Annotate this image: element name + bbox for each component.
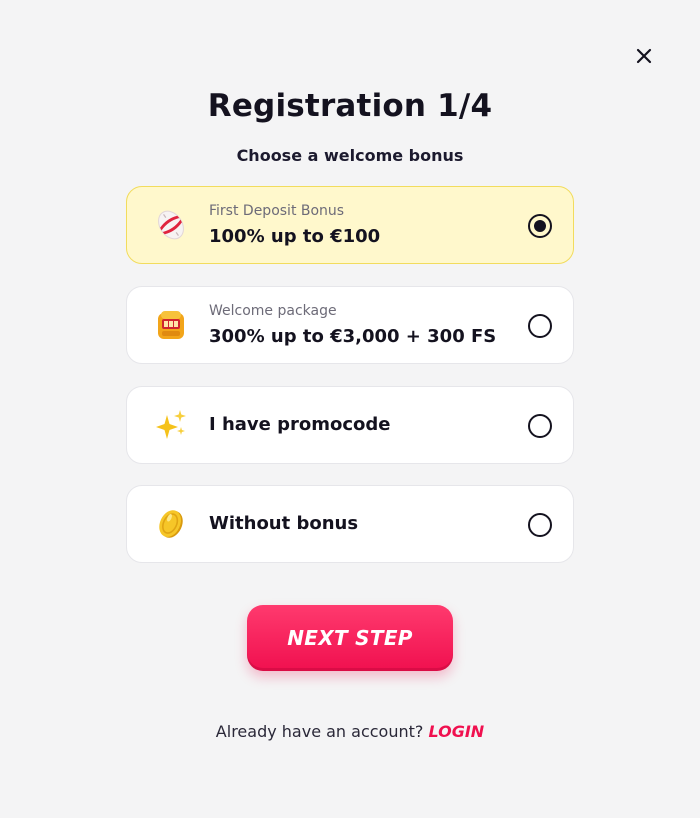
login-prompt: Already have an account? LOGIN <box>0 720 700 744</box>
football-icon <box>153 207 189 243</box>
option-caption: Welcome package <box>209 303 337 319</box>
option-label: Without bonus <box>209 513 359 534</box>
page-subtitle: Choose a welcome bonus <box>236 146 464 165</box>
bonus-option-welcome-package[interactable]: Welcome package 300% up to €3,000 + 300 … <box>126 286 574 364</box>
sparkles-icon <box>153 407 189 443</box>
bonus-option-promocode[interactable]: I have promocode <box>126 386 574 464</box>
close-icon <box>636 48 652 64</box>
bonus-option-first-deposit[interactable]: First Deposit Bonus 100% up to €100 <box>126 186 574 264</box>
option-label: 300% up to €3,000 + 300 FS <box>209 326 497 347</box>
bonus-option-without-bonus[interactable]: Without bonus <box>126 485 574 563</box>
login-link[interactable]: LOGIN <box>428 722 484 741</box>
next-step-button[interactable]: NEXT STEP <box>247 605 453 671</box>
option-label: 100% up to €100 <box>209 226 381 247</box>
radio-button-selected[interactable] <box>528 214 552 238</box>
slot-machine-icon <box>153 307 189 343</box>
option-label: I have promocode <box>209 414 391 435</box>
radio-dot <box>534 220 546 232</box>
page-title: Registration 1/4 <box>207 88 493 124</box>
radio-button[interactable] <box>528 513 552 537</box>
radio-button[interactable] <box>528 314 552 338</box>
option-caption: First Deposit Bonus <box>209 203 345 219</box>
registration-modal: Registration 1/4 Choose a welcome bonus … <box>0 0 700 818</box>
radio-button[interactable] <box>528 414 552 438</box>
login-prompt-text: Already have an account? <box>215 722 424 741</box>
close-button[interactable] <box>632 44 656 68</box>
gold-coin-icon <box>153 506 189 542</box>
